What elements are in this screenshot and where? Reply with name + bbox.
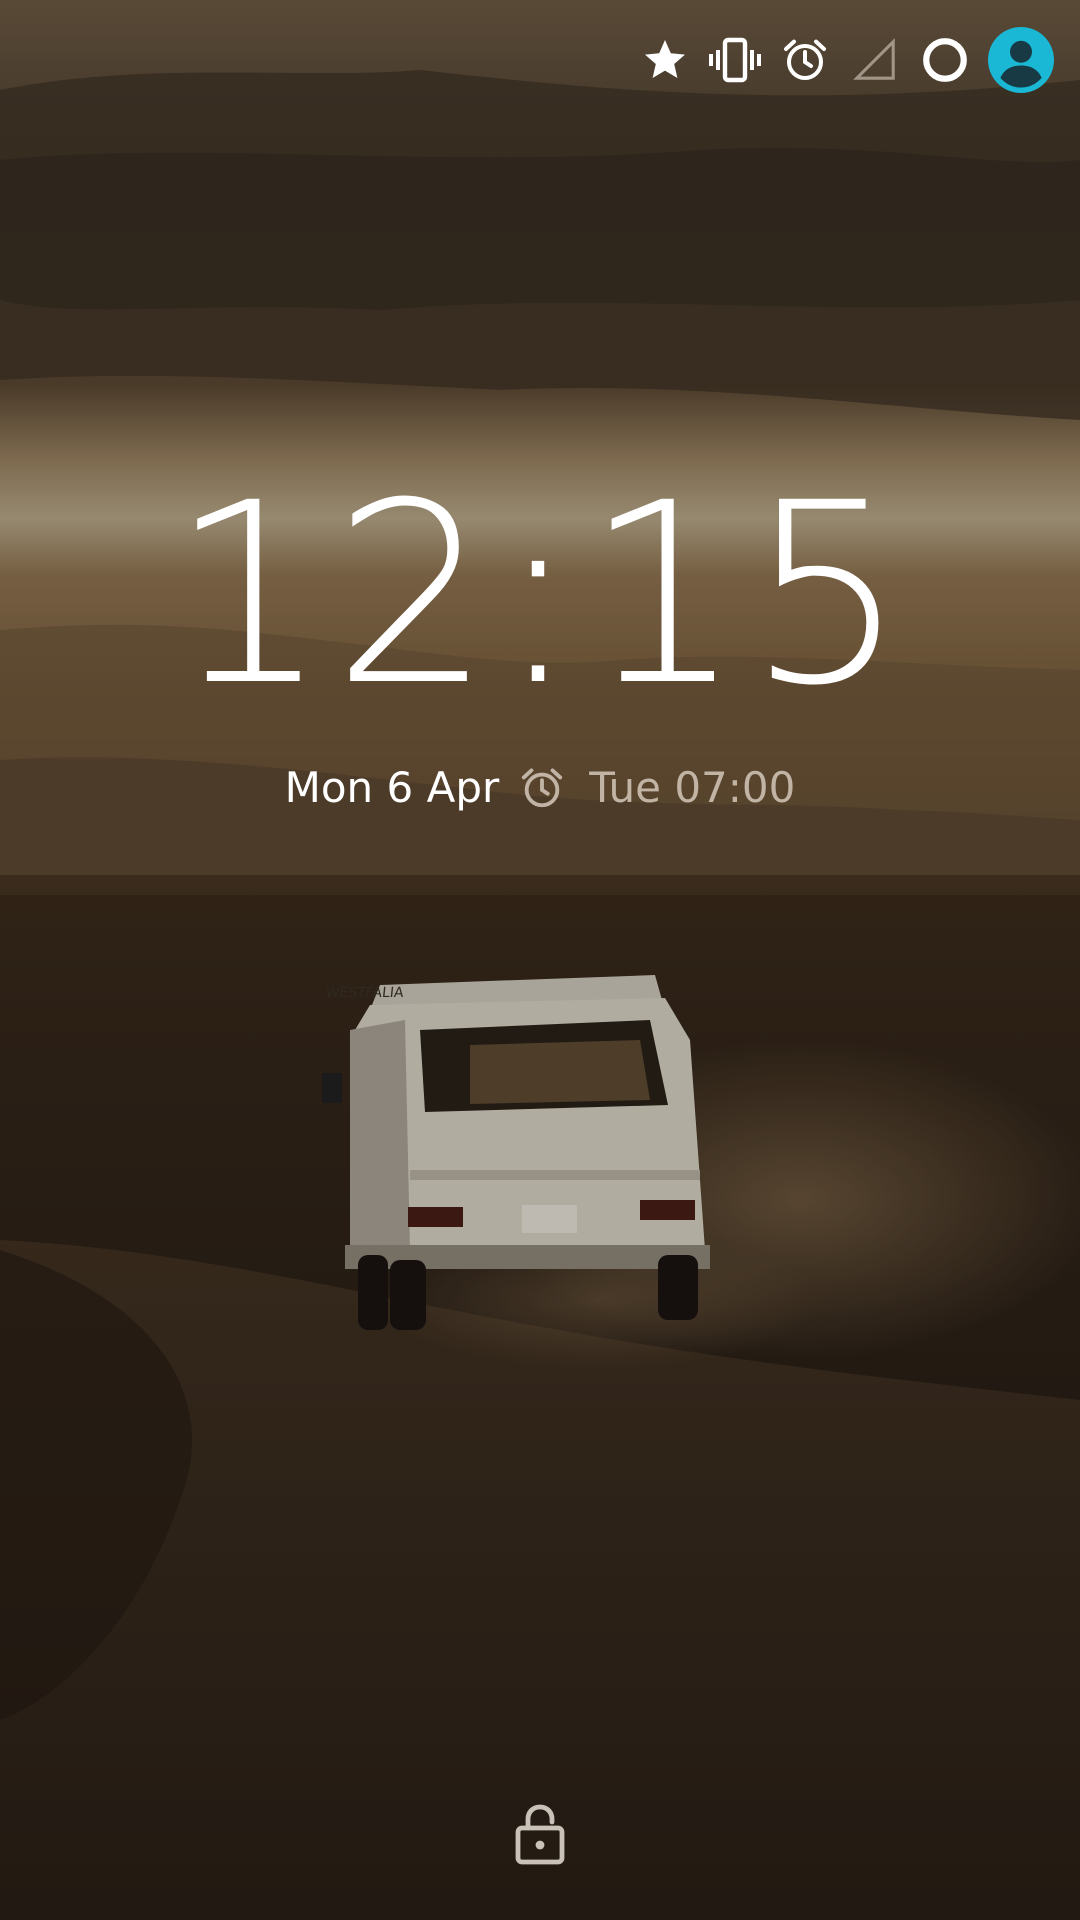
next-alarm-time: Tue 07:00 [589,763,796,812]
signal-icon [840,25,910,95]
battery-ring-icon [910,25,980,95]
unlock-icon[interactable] [514,1802,566,1866]
wallpaper-image: WESTFALIA [0,0,1080,1920]
lockscreen-date: Mon 6 Apr [284,763,500,812]
date-alarm-row: Mon 6 Apr Tue 07:00 [0,760,1080,816]
status-bar [630,22,1054,98]
star-icon [630,25,700,95]
vibrate-icon [700,25,770,95]
lockscreen-clock: 12:15 [169,449,911,740]
user-avatar-icon[interactable] [988,27,1054,93]
next-alarm-icon [519,764,567,812]
alarm-icon [770,25,840,95]
lock-screen: WESTFALIA 12:15 Mon 6 Apr Tue 07:00 [0,0,1080,1920]
